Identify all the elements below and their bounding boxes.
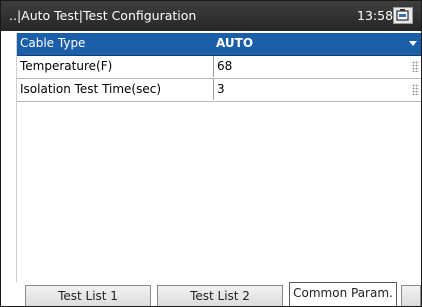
breadcrumb-title: ..|Auto Test|Test Configuration: [9, 8, 197, 23]
param-row-temperature[interactable]: Temperature(F) 68: [17, 56, 421, 79]
tab-common-param[interactable]: Common Param.: [289, 282, 397, 306]
cable-type-dropdown[interactable]: AUTO: [213, 33, 421, 54]
param-value: 68: [217, 59, 233, 73]
keypad-grip-icon[interactable]: [412, 84, 419, 95]
title-bar: ..|Auto Test|Test Configuration 13:58: [1, 1, 421, 31]
app-window: ..|Auto Test|Test Configuration 13:58 Ca…: [0, 0, 422, 307]
tab-test-list-2[interactable]: Test List 2: [157, 285, 283, 306]
param-label: Isolation Test Time(sec): [20, 82, 162, 96]
isolation-time-field[interactable]: 3: [213, 79, 422, 100]
param-label: Temperature(F): [20, 59, 113, 73]
battery-icon[interactable]: [393, 7, 413, 24]
temperature-field[interactable]: 68: [213, 56, 422, 77]
tab-overflow-partial[interactable]: [401, 285, 421, 306]
param-value: AUTO: [216, 36, 254, 50]
parameter-grid: Cable Type AUTO Temperature(F) 68 Isolat…: [17, 33, 421, 102]
keypad-grip-icon[interactable]: [412, 61, 419, 72]
chevron-down-icon[interactable]: [409, 41, 417, 46]
param-value: 3: [217, 82, 225, 96]
clock: 13:58: [357, 8, 394, 23]
param-row-isolation-time[interactable]: Isolation Test Time(sec) 3: [17, 79, 421, 102]
tab-bar: Test List 1 Test List 2 Common Param.: [1, 282, 421, 306]
tab-test-list-1[interactable]: Test List 1: [25, 285, 151, 306]
param-label: Cable Type: [20, 36, 86, 50]
param-row-cable-type[interactable]: Cable Type AUTO: [17, 33, 421, 56]
